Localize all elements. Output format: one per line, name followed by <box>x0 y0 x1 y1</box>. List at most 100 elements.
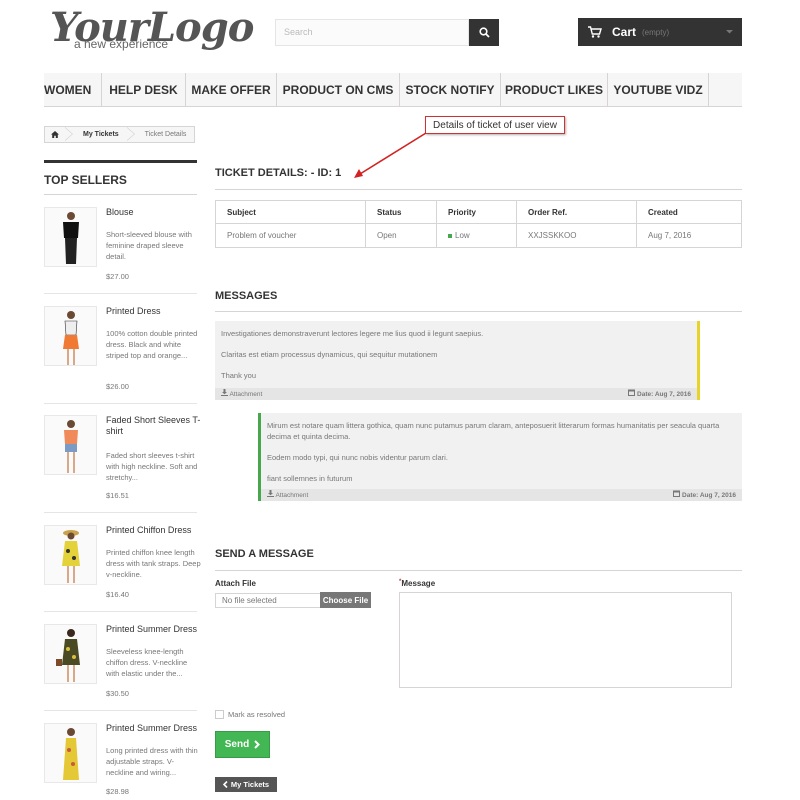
calendar-icon <box>673 490 681 497</box>
priority-label: Low <box>455 231 470 240</box>
divider <box>44 293 197 294</box>
message-card: Investigationes demonstraverunt lectores… <box>215 321 700 400</box>
table-cell-created: Aug 7, 2016 <box>648 231 692 240</box>
menu-item-make-offer[interactable]: MAKE OFFER <box>186 73 277 107</box>
product-description: Faded short sleeves t-shirt with high ne… <box>106 451 198 482</box>
table-cell-priority: Low <box>437 224 517 247</box>
breadcrumb: My Tickets Ticket Details <box>44 126 196 143</box>
message-textarea[interactable] <box>399 592 732 688</box>
product-price: $16.40 <box>106 590 129 599</box>
back-button-label: My Tickets <box>230 780 270 789</box>
sidebar-product: Printed Dress 100% cotton double printed… <box>44 306 197 405</box>
ticket-title: TICKET DETAILS: - ID: 1 <box>215 167 342 179</box>
message-text: fiant sollemnes in futurum <box>267 474 353 483</box>
message-text: Mirum est notare quam littera gothica, q… <box>267 421 720 441</box>
divider <box>44 512 197 513</box>
column-header: Status <box>366 201 437 223</box>
back-to-tickets-button[interactable]: My Tickets <box>215 777 277 792</box>
product-image[interactable] <box>44 207 97 267</box>
mark-resolved-checkbox[interactable] <box>215 710 224 719</box>
message-date-text: Date: Aug 7, 2016 <box>637 390 691 398</box>
logo-tagline: a new experience <box>74 37 169 51</box>
divider <box>215 570 742 571</box>
sidebar-product: Blouse Short-sleeved blouse with feminin… <box>44 207 197 306</box>
message-text: Eodem modo typi, qui nunc nobis videntur… <box>267 453 448 462</box>
cart-status: (empty) <box>642 27 670 37</box>
search-icon <box>478 27 490 38</box>
attach-file-label: Attach File <box>215 579 256 588</box>
product-image[interactable] <box>44 525 97 585</box>
product-name[interactable]: Faded Short Sleeves T-shirt <box>106 415 201 437</box>
table-cell-subject: Problem of voucher <box>216 224 366 247</box>
calendar-icon <box>628 389 636 396</box>
annotation-arrow <box>354 132 427 178</box>
mark-resolved-label[interactable]: Mark as resolved <box>228 710 285 719</box>
file-input[interactable]: No file selected <box>215 593 321 608</box>
product-price: $28.98 <box>106 787 129 796</box>
message-footer: Attachment Date: Aug 7, 2016 <box>215 388 697 400</box>
chevron-left-icon <box>222 781 228 788</box>
annotation-callout: Details of ticket of user view <box>425 116 565 134</box>
message-text: Investigationes demonstraverunt lectores… <box>221 329 484 338</box>
menu-item-help-desk[interactable]: HELP DESK <box>102 73 186 107</box>
divider <box>44 403 197 404</box>
priority-dot <box>448 233 452 238</box>
menu-item-youtube-vidz[interactable]: YOUTUBE VIDZ <box>608 73 709 107</box>
send-button[interactable]: Send <box>215 731 270 758</box>
product-price: $30.50 <box>106 689 129 698</box>
cart-button[interactable]: Cart (empty) <box>578 18 742 46</box>
product-image[interactable] <box>44 624 97 684</box>
product-name[interactable]: Printed Dress <box>106 306 201 317</box>
divider <box>215 311 742 312</box>
product-image[interactable] <box>44 723 97 783</box>
main-menu: WOMEN HELP DESK MAKE OFFER PRODUCT ON CM… <box>44 73 742 107</box>
menu-item-product-on-cms[interactable]: PRODUCT ON CMS <box>277 73 400 107</box>
cart-icon <box>588 26 602 38</box>
choose-file-button[interactable]: Choose File <box>320 592 371 608</box>
attachment-link[interactable]: Attachment <box>267 489 308 501</box>
home-link[interactable] <box>45 127 65 142</box>
table-header-row: Subject Status Priority Order Ref. Creat… <box>216 201 741 224</box>
menu-item-product-likes[interactable]: PRODUCT LIKES <box>501 73 608 107</box>
send-message-title: SEND A MESSAGE <box>215 548 314 560</box>
message-date-text: Date: Aug 7, 2016 <box>682 491 736 499</box>
column-header: Order Ref. <box>517 201 637 223</box>
attachment-link[interactable]: Attachment <box>221 388 263 400</box>
column-header: Created <box>648 207 678 217</box>
message-card: Mirum est notare quam littera gothica, q… <box>258 413 742 501</box>
chevron-right-icon <box>254 740 261 749</box>
message-label: Message <box>401 579 436 588</box>
product-image[interactable] <box>44 306 97 366</box>
breadcrumb-my-tickets[interactable]: My Tickets <box>75 127 127 142</box>
product-name[interactable]: Printed Summer Dress <box>106 723 201 734</box>
search-input[interactable]: Search <box>275 19 469 46</box>
divider <box>215 189 742 190</box>
download-icon <box>267 489 274 497</box>
message-footer: Attachment Date: Aug 7, 2016 <box>261 489 742 501</box>
table-cell-status: Open <box>366 224 437 247</box>
product-image[interactable] <box>44 415 97 475</box>
sidebar-product: Faded Short Sleeves T-shirt Faded short … <box>44 415 200 514</box>
menu-item-stock-notify[interactable]: STOCK NOTIFY <box>400 73 501 107</box>
messages-title: MESSAGES <box>215 290 278 302</box>
divider <box>44 194 197 195</box>
sidebar-product: Printed Chiffon Dress Printed chiffon kn… <box>44 525 201 624</box>
attachment-label: Attachment <box>229 390 263 398</box>
search-button[interactable] <box>469 19 499 46</box>
product-name[interactable]: Printed Summer Dress <box>106 624 201 635</box>
product-price: $26.00 <box>106 382 129 391</box>
table-row: Problem of voucher Open Low XXJSSKKOO Au… <box>216 224 741 247</box>
send-button-label: Send <box>224 739 250 750</box>
product-name[interactable]: Blouse <box>106 207 201 218</box>
sidebar-title: TOP SELLERS <box>44 160 197 187</box>
sidebar-product: Printed Summer Dress Sleeveless knee-len… <box>44 624 197 723</box>
breadcrumb-current: Ticket Details <box>144 131 187 138</box>
chevron-down-icon <box>726 30 733 34</box>
product-description: Long printed dress with thin adjustable … <box>106 746 198 777</box>
product-name[interactable]: Printed Chiffon Dress <box>106 525 201 536</box>
ticket-table: Subject Status Priority Order Ref. Creat… <box>215 200 742 248</box>
menu-item-women[interactable]: WOMEN <box>44 73 102 107</box>
message-date: Date: Aug 7, 2016 <box>628 389 691 400</box>
product-price: $27.00 <box>106 272 129 281</box>
column-header: Subject <box>216 201 366 223</box>
